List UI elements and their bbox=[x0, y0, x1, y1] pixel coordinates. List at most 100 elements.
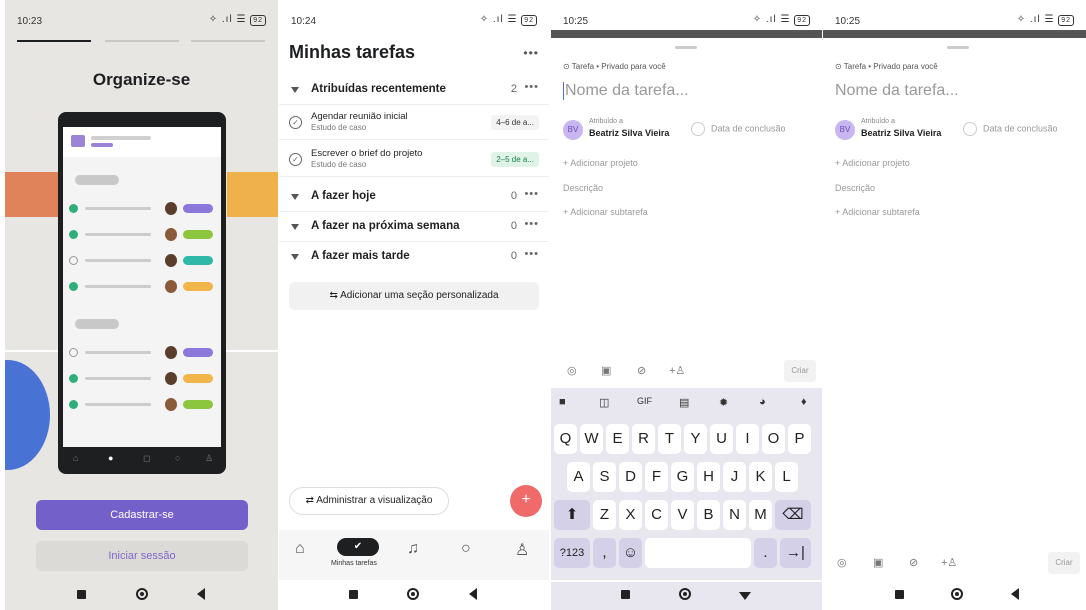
key[interactable]: V bbox=[671, 500, 694, 530]
key[interactable]: U bbox=[710, 424, 733, 454]
key[interactable]: N bbox=[723, 500, 746, 530]
home-button[interactable] bbox=[136, 588, 148, 600]
palette-icon[interactable]: ◕ bbox=[759, 396, 766, 408]
mic-icon[interactable]: ♦ bbox=[801, 396, 807, 408]
add-project-button[interactable]: + Adicionar projeto bbox=[563, 158, 638, 168]
space-key[interactable] bbox=[645, 538, 751, 568]
emoji-key[interactable]: ☺ bbox=[619, 538, 642, 568]
add-subtask-button[interactable]: + Adicionar subtarefa bbox=[563, 207, 648, 217]
home-button[interactable] bbox=[679, 588, 691, 600]
key[interactable]: C bbox=[645, 500, 668, 530]
key[interactable]: K bbox=[749, 462, 772, 492]
add-subtask-button[interactable]: + Adicionar subtarefa bbox=[835, 207, 920, 217]
task-row[interactable]: ✓ Agendar reunião inicial Estudo de caso 4–… bbox=[279, 106, 549, 140]
key[interactable]: Q bbox=[554, 424, 577, 454]
add-collaborator-icon[interactable]: +♙ bbox=[941, 556, 957, 569]
clipboard-icon[interactable]: ▤ bbox=[679, 396, 689, 409]
tab-my-tasks-label: Minhas tarefas bbox=[331, 560, 377, 567]
task-name-input[interactable]: Nome da tarefa... bbox=[563, 82, 689, 100]
key[interactable]: F bbox=[645, 462, 668, 492]
manage-view-button[interactable]: ⇄ Administrar a visualização bbox=[289, 487, 449, 515]
section-header[interactable]: Atribuídas recentemente 2 ••• bbox=[279, 75, 549, 105]
task-name-input[interactable]: Nome da tarefa... bbox=[835, 82, 959, 100]
status-indicators: ✧ .ıl ☰ 92 bbox=[209, 14, 266, 26]
add-section-button[interactable]: ⇆ Adicionar uma seção personalizada bbox=[289, 282, 539, 310]
check-circle-icon[interactable]: ✓ bbox=[289, 153, 302, 166]
camera-icon[interactable]: ◎ bbox=[837, 556, 847, 569]
due-date-field[interactable]: Data de conclusão bbox=[691, 122, 786, 136]
key[interactable]: A bbox=[567, 462, 590, 492]
key[interactable]: I bbox=[736, 424, 759, 454]
period-key[interactable]: . bbox=[754, 538, 777, 568]
key[interactable]: X bbox=[619, 500, 642, 530]
home-button[interactable] bbox=[951, 588, 963, 600]
back-button[interactable] bbox=[197, 588, 205, 600]
system-nav bbox=[823, 582, 1086, 610]
hide-keyboard-button[interactable] bbox=[739, 592, 751, 600]
section-header[interactable]: A fazer na próxima semana 0 ••• bbox=[279, 212, 549, 242]
my-tasks-screen: 10:24 ✧ .ıl ☰ 92 Minhas tarefas ••• Atri… bbox=[279, 0, 549, 610]
key[interactable]: G bbox=[671, 462, 694, 492]
image-icon[interactable]: ▣ bbox=[601, 364, 611, 377]
attach-icon[interactable]: ⊘ bbox=[909, 556, 918, 569]
description-field[interactable]: Descrição bbox=[835, 183, 875, 193]
key[interactable]: B bbox=[697, 500, 720, 530]
key[interactable]: P bbox=[788, 424, 811, 454]
home-button[interactable] bbox=[407, 588, 419, 600]
image-icon[interactable]: ▣ bbox=[873, 556, 883, 569]
due-date-field[interactable]: Data de conclusão bbox=[963, 122, 1058, 136]
add-collaborator-icon[interactable]: +♙ bbox=[669, 364, 685, 377]
signup-button[interactable]: Cadastrar-se bbox=[36, 500, 248, 530]
recent-apps-button[interactable] bbox=[895, 590, 904, 599]
more-menu-button[interactable]: ••• bbox=[523, 46, 539, 60]
back-button[interactable] bbox=[1011, 588, 1019, 600]
recent-apps-button[interactable] bbox=[349, 590, 358, 599]
camera-icon[interactable]: ◎ bbox=[567, 364, 577, 377]
key[interactable]: E bbox=[606, 424, 629, 454]
add-task-fab[interactable]: + bbox=[510, 485, 542, 517]
recent-apps-button[interactable] bbox=[77, 590, 86, 599]
sticker-icon[interactable]: ◫ bbox=[599, 396, 609, 409]
key[interactable]: W bbox=[580, 424, 603, 454]
add-project-button[interactable]: + Adicionar projeto bbox=[835, 158, 910, 168]
login-button[interactable]: Iniciar sessão bbox=[36, 541, 248, 571]
description-field[interactable]: Descrição bbox=[563, 183, 603, 193]
key[interactable]: D bbox=[619, 462, 642, 492]
backspace-key[interactable]: ⌫ bbox=[775, 500, 811, 530]
task-row[interactable]: ✓ Escrever o brief do projeto Estudo de ca… bbox=[279, 143, 549, 177]
key[interactable]: O bbox=[762, 424, 785, 454]
key[interactable]: Z bbox=[593, 500, 616, 530]
create-button[interactable]: Criar bbox=[784, 360, 816, 382]
gif-button[interactable]: GIF bbox=[637, 396, 652, 406]
key[interactable]: Y bbox=[684, 424, 707, 454]
key[interactable]: L bbox=[775, 462, 798, 492]
settings-gear-icon[interactable]: ✹ bbox=[719, 396, 728, 409]
check-circle-icon[interactable]: ✓ bbox=[289, 116, 302, 129]
search-icon: ○ bbox=[175, 453, 181, 463]
shift-key[interactable]: ⬆ bbox=[554, 500, 590, 530]
key[interactable]: H bbox=[697, 462, 720, 492]
enter-key[interactable]: →| bbox=[780, 538, 811, 568]
drag-handle[interactable] bbox=[675, 46, 697, 49]
drag-handle[interactable] bbox=[947, 46, 969, 49]
apps-grid-icon[interactable]: ■ bbox=[559, 396, 566, 408]
attach-icon[interactable]: ⊘ bbox=[637, 364, 646, 377]
home-icon[interactable]: ⌂ bbox=[295, 540, 305, 558]
create-button[interactable]: Criar bbox=[1048, 552, 1080, 574]
key[interactable]: J bbox=[723, 462, 746, 492]
profile-icon[interactable]: ♙ bbox=[515, 540, 529, 560]
comma-key[interactable]: , bbox=[593, 538, 616, 568]
status-indicators: ✧ .ıl ☰ 92 bbox=[480, 14, 537, 26]
numbers-key[interactable]: ?123 bbox=[554, 538, 590, 568]
key[interactable]: S bbox=[593, 462, 616, 492]
tab-my-tasks[interactable]: ✔ bbox=[337, 538, 379, 556]
inbox-bell-icon[interactable]: ♫ bbox=[407, 540, 419, 558]
section-header[interactable]: A fazer hoje 0 ••• bbox=[279, 182, 549, 212]
key[interactable]: M bbox=[749, 500, 772, 530]
key[interactable]: T bbox=[658, 424, 681, 454]
section-header[interactable]: A fazer mais tarde 0 ••• bbox=[279, 242, 549, 272]
back-button[interactable] bbox=[469, 588, 477, 600]
key[interactable]: R bbox=[632, 424, 655, 454]
recent-apps-button[interactable] bbox=[621, 590, 630, 599]
search-icon[interactable]: ○ bbox=[461, 540, 471, 558]
